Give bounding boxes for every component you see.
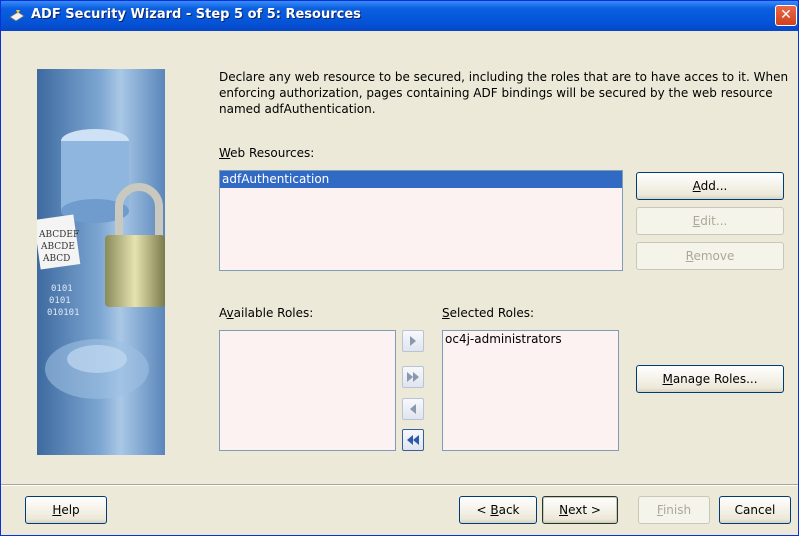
window-title: ADF Security Wizard - Step 5 of 5: Resou… [31, 7, 361, 22]
svg-text:ABCD: ABCD [42, 254, 70, 264]
selected-role-item[interactable]: oc4j-administrators [443, 331, 618, 348]
footer-separator [1, 484, 798, 486]
finish-button[interactable]: Finish [638, 496, 710, 524]
svg-text:ABCDEF: ABCDEF [38, 230, 79, 240]
security-padlock-illustration: ABCDEF ABCDE ABCD 0101 0101 010101 [37, 69, 165, 455]
manage-roles-button[interactable]: Manage Roles... [636, 365, 784, 393]
move-left-icon [410, 404, 416, 414]
edit-resource-button[interactable]: Edit... [636, 207, 784, 235]
svg-text:ABCDE: ABCDE [40, 242, 75, 252]
web-resource-item[interactable]: adfAuthentication [220, 171, 622, 188]
close-button[interactable]: ✕ [775, 5, 797, 26]
selected-roles-list[interactable]: oc4j-administrators [442, 330, 619, 451]
cancel-button[interactable]: Cancel [719, 496, 791, 524]
available-roles-list[interactable] [219, 330, 396, 451]
wizard-dialog: ADF Security Wizard - Step 5 of 5: Resou… [0, 0, 799, 536]
move-right-icon [410, 336, 416, 346]
move-all-left-icon [407, 435, 419, 445]
move-all-right-icon [407, 372, 419, 382]
move-left-button[interactable] [402, 398, 424, 420]
wizard-app-icon [9, 10, 25, 22]
remove-resource-button[interactable]: Remove [636, 242, 784, 270]
move-all-left-button[interactable] [402, 429, 424, 451]
move-all-right-button[interactable] [402, 366, 424, 388]
svg-text:0101: 0101 [51, 284, 73, 294]
close-icon: ✕ [780, 7, 792, 23]
selected-roles-label: Selected Roles: [442, 306, 534, 320]
available-roles-label: Available Roles: [219, 306, 314, 320]
move-right-button[interactable] [402, 330, 424, 352]
step-description: Declare any web resource to be secured, … [219, 70, 789, 116]
next-button[interactable]: Next > [542, 496, 618, 524]
title-bar[interactable]: ADF Security Wizard - Step 5 of 5: Resou… [1, 1, 798, 31]
svg-text:010101: 010101 [47, 308, 80, 318]
svg-text:0101: 0101 [49, 296, 71, 306]
back-button[interactable]: < Back [459, 496, 537, 524]
wizard-side-image: ABCDEF ABCDE ABCD 0101 0101 010101 [37, 69, 165, 455]
help-button[interactable]: Help [25, 496, 107, 524]
web-resources-list[interactable]: adfAuthentication [219, 170, 623, 271]
web-resources-label: Web Resources: [219, 146, 315, 160]
add-resource-button[interactable]: Add... [636, 172, 784, 200]
